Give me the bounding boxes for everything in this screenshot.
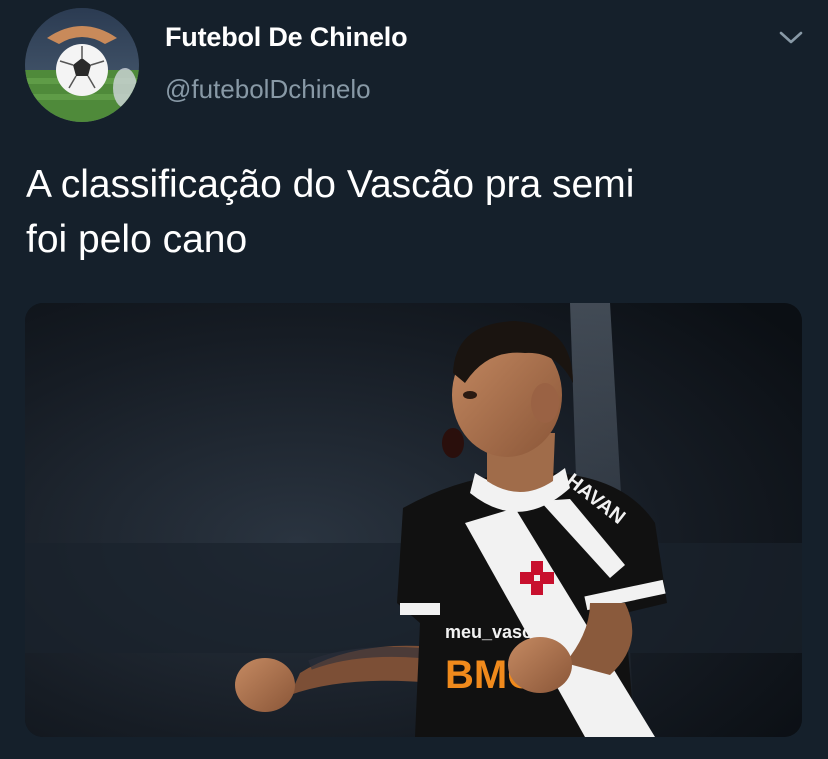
soccer-ball-avatar-icon xyxy=(25,8,139,122)
tweet-card: Futebol De Chinelo @futebolDchinelo A cl… xyxy=(0,0,828,759)
tweet-menu-button[interactable] xyxy=(776,26,806,50)
profile-avatar[interactable] xyxy=(25,8,139,122)
tweet-text-line-1: A classificação do Vascão pra semi xyxy=(26,163,635,206)
display-name[interactable]: Futebol De Chinelo xyxy=(165,22,408,53)
tweet-text: A classificação do Vascão pra semi foi p… xyxy=(26,157,806,267)
chevron-down-icon xyxy=(779,31,803,44)
player-celebration-photo: meu_vasco BMG HAVAN xyxy=(25,303,802,737)
tweet-text-line-2: foi pelo cano xyxy=(26,218,248,261)
user-handle[interactable]: @futebolDchinelo xyxy=(165,74,371,105)
tweet-photo[interactable]: meu_vasco BMG HAVAN xyxy=(25,303,802,737)
